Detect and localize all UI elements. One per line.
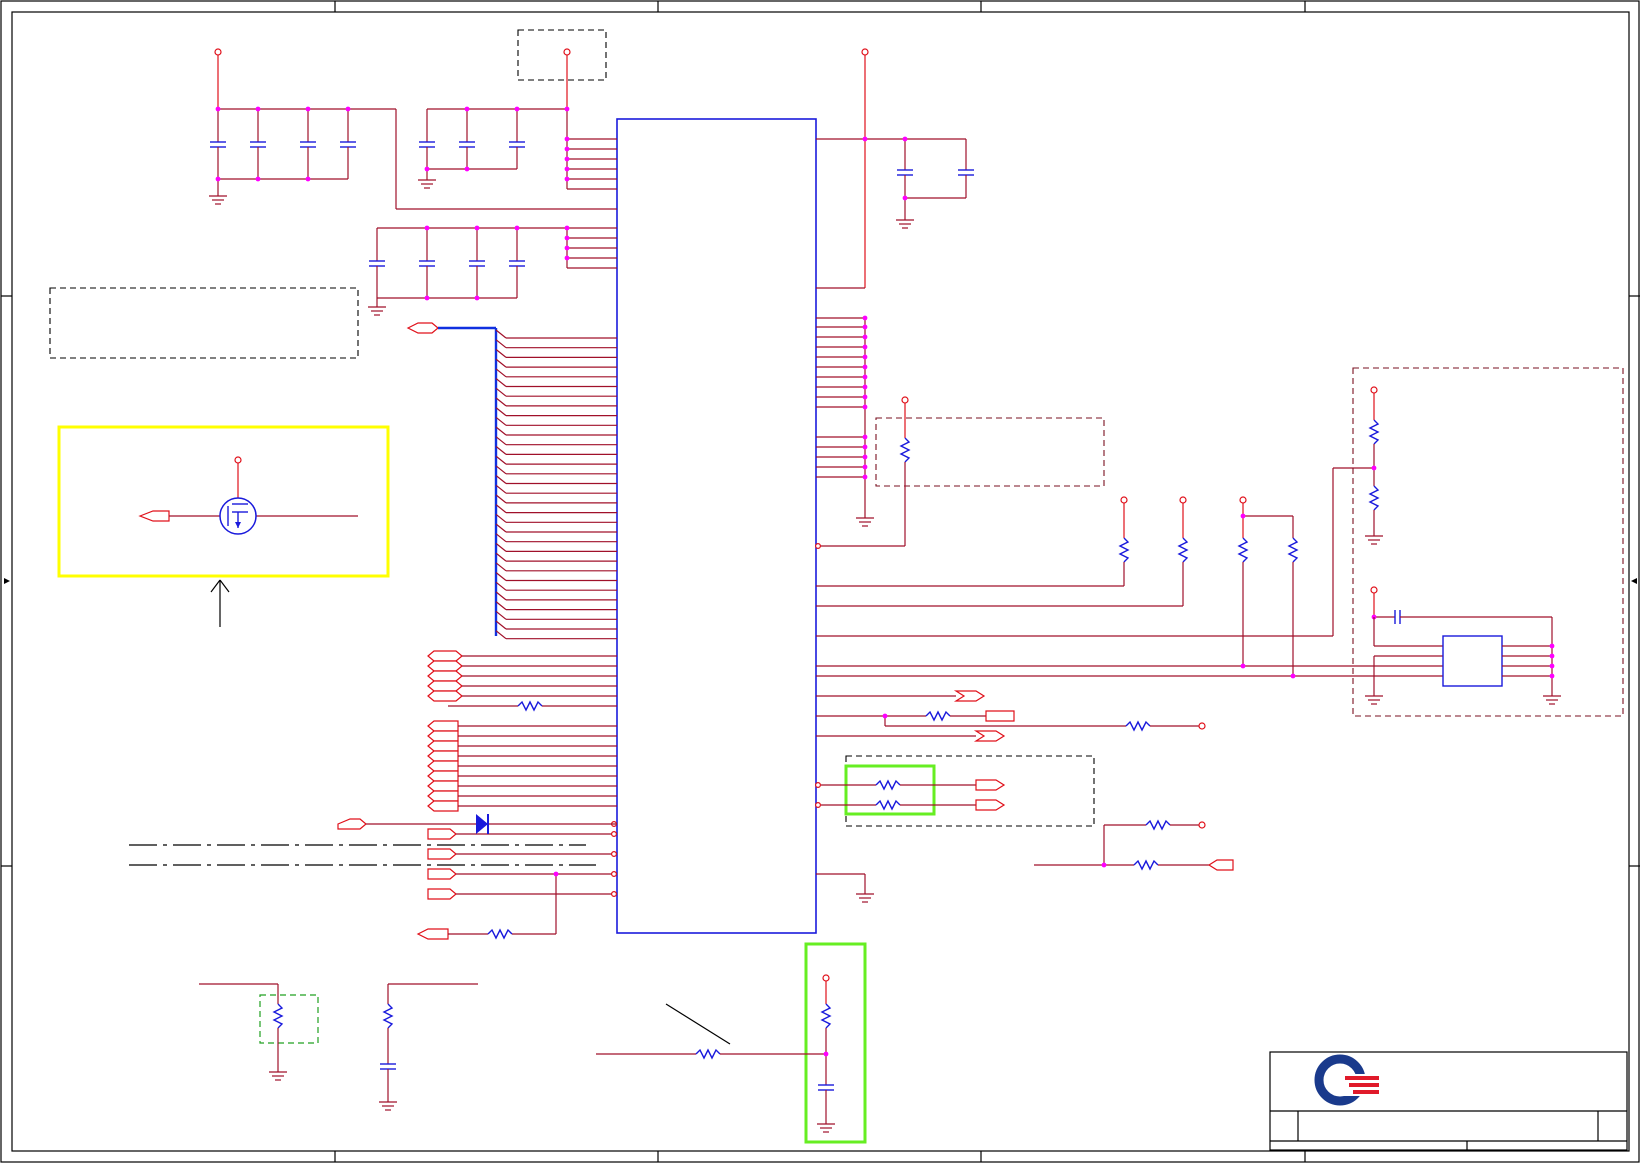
signal-port[interactable] <box>427 690 463 702</box>
decoupling-caps-bank-2 <box>418 29 617 190</box>
right-side-gnd-pins <box>816 315 874 527</box>
signal-port[interactable] <box>427 770 459 782</box>
signal-port[interactable] <box>427 780 459 792</box>
main-ic-body <box>616 118 817 934</box>
signal-port[interactable] <box>427 680 463 692</box>
signal-port[interactable] <box>427 750 459 762</box>
signal-port[interactable] <box>427 730 459 742</box>
sub-ic <box>1442 635 1503 687</box>
diode-circuit <box>129 814 617 866</box>
signal-port[interactable] <box>427 868 457 880</box>
decoupling-caps-bank-1 <box>209 48 617 210</box>
signal-port[interactable] <box>427 720 459 732</box>
signal-port[interactable] <box>427 650 463 662</box>
lower-left-passives <box>199 983 478 1111</box>
mosfet-gate-port[interactable] <box>138 510 170 522</box>
signal-port[interactable] <box>427 790 459 802</box>
right-subcircuit-block <box>1352 367 1624 717</box>
signal-port[interactable] <box>427 670 463 682</box>
right-side-power <box>816 48 974 289</box>
signal-port[interactable] <box>427 760 459 772</box>
series-resistor <box>517 700 543 712</box>
right-bottom-nets <box>816 819 1234 903</box>
signal-port[interactable] <box>427 740 459 752</box>
company-logo <box>1314 1054 1381 1106</box>
pullup-resistor-row <box>816 467 1443 679</box>
signal-port[interactable] <box>427 800 459 812</box>
bus-port[interactable] <box>406 322 439 334</box>
signal-port[interactable] <box>427 888 457 900</box>
right-lower-signals <box>816 690 1206 742</box>
schematic-sheet <box>0 0 1641 1164</box>
title-block <box>1269 1051 1628 1151</box>
series-resistor-block[interactable] <box>814 755 1095 827</box>
left-signal-ports <box>416 650 617 940</box>
diode <box>476 814 488 834</box>
note-box-2 <box>875 417 1105 487</box>
sheet-border <box>0 0 1640 1163</box>
rc-filter-block[interactable] <box>596 942 867 1144</box>
note-box <box>49 287 359 359</box>
signal-port[interactable] <box>416 928 449 940</box>
signal-port[interactable] <box>427 828 457 840</box>
data-bus <box>406 322 617 640</box>
decoupling-caps-bank-3 <box>368 225 617 316</box>
signal-port[interactable] <box>427 848 457 860</box>
schematic-canvas <box>0 0 1640 1163</box>
mosfet-highlight-block[interactable] <box>57 60 390 627</box>
signal-port[interactable] <box>427 660 463 672</box>
